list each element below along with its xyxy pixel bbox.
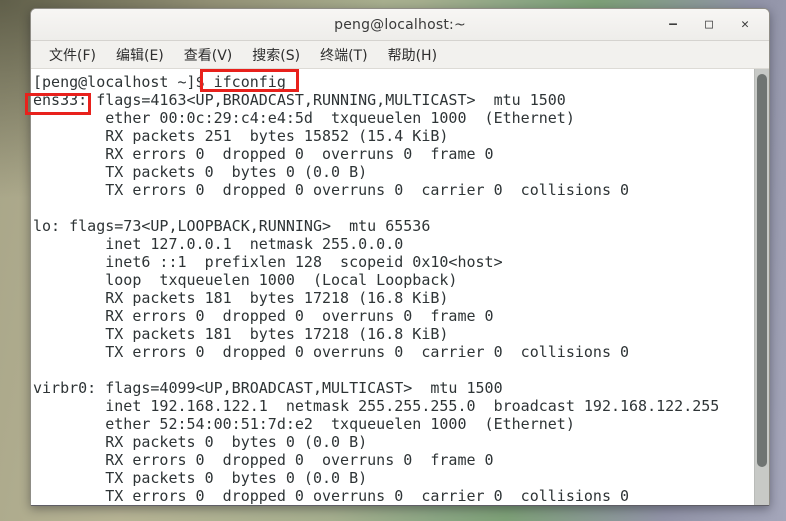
- terminal-line: loop txqueuelen 1000 (Local Loopback): [33, 271, 458, 289]
- window-titlebar[interactable]: peng@localhost:~ – □ ✕: [31, 9, 769, 41]
- menu-file[interactable]: 文件(F): [39, 43, 106, 67]
- terminal-viewport[interactable]: [peng@localhost ~]$ ifconfig ens33: flags…: [25, 69, 769, 505]
- terminal-line: TX errors 0 dropped 0 overruns 0 carrier…: [33, 343, 630, 361]
- terminal-line: RX errors 0 dropped 0 overruns 0 frame 0: [33, 145, 494, 163]
- terminal-line: lo: flags=73<UP,LOOPBACK,RUNNING> mtu 65…: [33, 217, 431, 235]
- menu-bar: 文件(F) 编辑(E) 查看(V) 搜索(S) 终端(T) 帮助(H): [31, 41, 769, 69]
- window-controls: – □ ✕: [665, 9, 753, 40]
- terminal-line: TX errors 0 dropped 0 overruns 0 carrier…: [33, 487, 630, 505]
- menu-help[interactable]: 帮助(H): [378, 43, 447, 67]
- terminal-line: ens33: flags=4163<UP,BROADCAST,RUNNING,M…: [33, 91, 566, 109]
- window-title: peng@localhost:~: [334, 16, 466, 33]
- terminal-line: RX errors 0 dropped 0 overruns 0 frame 0: [33, 451, 494, 469]
- minimize-button[interactable]: –: [665, 17, 681, 33]
- terminal-line: inet6 ::1 prefixlen 128 scopeid 0x10<hos…: [33, 253, 503, 271]
- menu-view[interactable]: 查看(V): [174, 43, 243, 67]
- menu-terminal[interactable]: 终端(T): [310, 43, 377, 67]
- terminal-line: TX errors 0 dropped 0 overruns 0 carrier…: [33, 181, 630, 199]
- terminal-line: TX packets 0 bytes 0 (0.0 B): [33, 163, 368, 181]
- close-button[interactable]: ✕: [737, 17, 753, 33]
- maximize-button[interactable]: □: [701, 17, 717, 33]
- terminal-line: virbr0: flags=4099<UP,BROADCAST,MULTICAS…: [33, 379, 503, 397]
- terminal-line: TX packets 181 bytes 17218 (16.8 KiB): [33, 325, 449, 343]
- terminal-line: RX packets 181 bytes 17218 (16.8 KiB): [33, 289, 449, 307]
- menu-edit[interactable]: 编辑(E): [106, 43, 174, 67]
- terminal-line: inet 127.0.0.1 netmask 255.0.0.0: [33, 235, 404, 253]
- terminal-window: peng@localhost:~ – □ ✕ 文件(F) 编辑(E) 查看(V)…: [25, 8, 770, 506]
- terminal-line: RX packets 251 bytes 15852 (15.4 KiB): [33, 127, 449, 145]
- terminal-line: RX packets 0 bytes 0 (0.0 B): [33, 433, 368, 451]
- terminal-line: inet 192.168.122.1 netmask 255.255.255.0…: [33, 397, 720, 415]
- terminal-line: ether 00:0c:29:c4:e4:5d txqueuelen 1000 …: [33, 109, 575, 127]
- terminal-output: [peng@localhost ~]$ ifconfig ens33: flags…: [31, 69, 769, 505]
- terminal-scrollbar[interactable]: [754, 69, 769, 505]
- scrollbar-thumb[interactable]: [757, 74, 767, 467]
- terminal-line: ether 52:54:00:51:7d:e2 txqueuelen 1000 …: [33, 415, 575, 433]
- terminal-line: TX packets 0 bytes 0 (0.0 B): [33, 469, 368, 487]
- terminal-line: RX errors 0 dropped 0 overruns 0 frame 0: [33, 307, 494, 325]
- terminal-line: [peng@localhost ~]$ ifconfig: [33, 73, 286, 91]
- menu-search[interactable]: 搜索(S): [242, 43, 310, 67]
